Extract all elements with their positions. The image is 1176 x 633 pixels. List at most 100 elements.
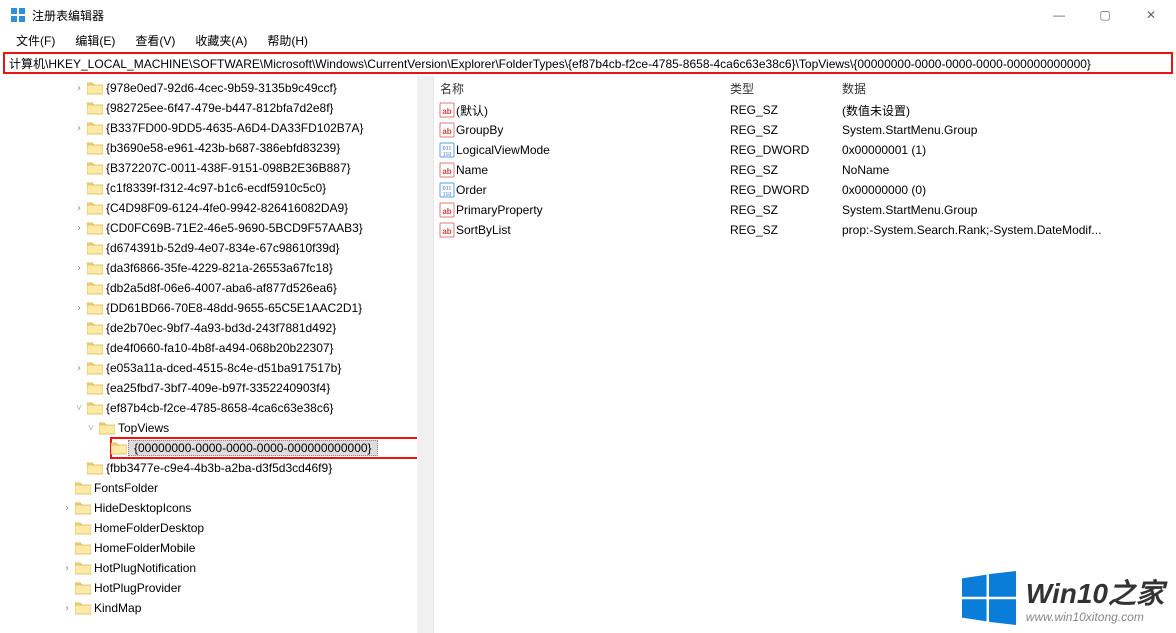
value-data: 0x00000001 (1)	[836, 143, 1176, 157]
menubar: 文件(F) 编辑(E) 查看(V) 收藏夹(A) 帮助(H)	[0, 30, 1176, 50]
tree-item[interactable]: ›{e053a11a-dced-4515-8c4e-d51ba917517b}	[0, 358, 433, 378]
expander-icon[interactable]: ›	[72, 263, 86, 274]
tree-item[interactable]: ›HideDesktopIcons	[0, 498, 433, 518]
expander-icon[interactable]: ›	[72, 123, 86, 134]
app-icon	[10, 7, 26, 23]
tree-item-label: HotPlugNotification	[92, 561, 202, 575]
folder-icon	[110, 441, 128, 455]
tree-item[interactable]: {982725ee-6f47-479e-b447-812bfa7d2e8f}	[0, 98, 433, 118]
watermark-url: www.win10xitong.com	[1026, 610, 1164, 624]
tree-item[interactable]: HomeFolderDesktop	[0, 518, 433, 538]
value-type: REG_SZ	[724, 123, 836, 137]
folder-icon	[86, 181, 104, 195]
tree-item-label: {de2b70ec-9bf7-4a93-bd3d-243f7881d492}	[104, 321, 342, 335]
tree-item[interactable]: ˅ TopViews	[0, 418, 433, 438]
expander-icon[interactable]: ˅	[72, 403, 86, 414]
value-name: Order	[456, 183, 487, 197]
value-data: NoName	[836, 163, 1176, 177]
expander-icon[interactable]: ›	[72, 363, 86, 374]
tree-item[interactable]: {ea25fbd7-3bf7-409e-b97f-3352240903f4}	[0, 378, 433, 398]
svg-text:ab: ab	[442, 167, 451, 176]
value-name: PrimaryProperty	[456, 203, 543, 217]
expander-icon[interactable]: ›	[72, 223, 86, 234]
expander-icon[interactable]: ›	[60, 503, 74, 514]
folder-icon	[74, 501, 92, 515]
tree-item[interactable]: ›{CD0FC69B-71E2-46e5-9690-5BCD9F57AAB3}	[0, 218, 433, 238]
minimize-button[interactable]: —	[1036, 0, 1082, 30]
tree-item[interactable]: FontsFolder	[0, 478, 433, 498]
value-data: (数值未设置)	[836, 102, 1176, 119]
value-row[interactable]: ab(默认)REG_SZ(数值未设置)	[434, 100, 1176, 120]
tree-item-label: {982725ee-6f47-479e-b447-812bfa7d2e8f}	[104, 101, 340, 115]
menu-edit[interactable]: 编辑(E)	[65, 30, 125, 51]
col-header-type[interactable]: 类型	[724, 76, 836, 101]
col-header-data[interactable]: 数据	[836, 76, 1176, 101]
tree-item[interactable]: ›{da3f6866-35fe-4229-821a-26553a67fc18}	[0, 258, 433, 278]
registry-values[interactable]: 名称 类型 数据 ab(默认)REG_SZ(数值未设置)abGroupByREG…	[434, 76, 1176, 633]
tree-item[interactable]: ˅{ef87b4cb-f2ce-4785-8658-4ca6c63e38c6}	[0, 398, 433, 418]
folder-icon	[86, 341, 104, 355]
expander-icon[interactable]: ›	[72, 303, 86, 314]
watermark-title: Win10之家	[1026, 572, 1164, 612]
tree-item-label: {ea25fbd7-3bf7-409e-b97f-3352240903f4}	[104, 381, 336, 395]
close-button[interactable]: ✕	[1128, 0, 1174, 30]
menu-view[interactable]: 查看(V)	[125, 30, 185, 51]
tree-item[interactable]: {B372207C-0011-438F-9151-098B2E36B887}	[0, 158, 433, 178]
tree-item-selected[interactable]: {00000000-0000-0000-0000-000000000000}	[0, 438, 433, 458]
value-type: REG_SZ	[724, 203, 836, 217]
address-bar[interactable]: 计算机\HKEY_LOCAL_MACHINE\SOFTWARE\Microsof…	[3, 52, 1173, 74]
menu-favorites[interactable]: 收藏夹(A)	[185, 30, 257, 51]
tree-item[interactable]: {c1f8339f-f312-4c97-b1c6-ecdf5910c5c0}	[0, 178, 433, 198]
maximize-button[interactable]: ▢	[1082, 0, 1128, 30]
address-path[interactable]: 计算机\HKEY_LOCAL_MACHINE\SOFTWARE\Microsof…	[9, 55, 1091, 72]
tree-item-label: KindMap	[92, 601, 147, 615]
tree-item[interactable]: {db2a5d8f-06e6-4007-aba6-af877d526ea6}	[0, 278, 433, 298]
string-value-icon: ab	[438, 102, 456, 118]
expander-icon[interactable]: ›	[60, 563, 74, 574]
folder-icon	[74, 541, 92, 555]
value-row[interactable]: abPrimaryPropertyREG_SZSystem.StartMenu.…	[434, 200, 1176, 220]
menu-help[interactable]: 帮助(H)	[257, 30, 318, 51]
value-row[interactable]: 011110OrderREG_DWORD0x00000000 (0)	[434, 180, 1176, 200]
tree-item[interactable]: HomeFolderMobile	[0, 538, 433, 558]
tree-item-label: {b3690e58-e961-423b-b687-386ebfd83239}	[104, 141, 346, 155]
expander-icon[interactable]: ›	[72, 83, 86, 94]
tree-item[interactable]: › HotPlugNotification	[0, 558, 433, 578]
string-value-icon: ab	[438, 122, 456, 138]
folder-icon	[74, 561, 92, 575]
tree-item-label: {d674391b-52d9-4e07-834e-67c98610f39d}	[104, 241, 346, 255]
folder-icon	[86, 201, 104, 215]
tree-item[interactable]: › KindMap	[0, 598, 433, 618]
tree-item-label: TopViews	[116, 421, 175, 435]
tree-item[interactable]: HotPlugProvider	[0, 578, 433, 598]
tree-item[interactable]: {fbb3477e-c9e4-4b3b-a2ba-d3f5d3cd46f9}	[0, 458, 433, 478]
list-header[interactable]: 名称 类型 数据	[434, 76, 1176, 100]
expander-icon[interactable]: ›	[60, 603, 74, 614]
tree-item-label: {978e0ed7-92d6-4cec-9b59-3135b9c49ccf}	[104, 81, 343, 95]
value-row[interactable]: 011110LogicalViewModeREG_DWORD0x00000001…	[434, 140, 1176, 160]
tree-item[interactable]: {b3690e58-e961-423b-b687-386ebfd83239}	[0, 138, 433, 158]
tree-item-label: HotPlugProvider	[92, 581, 187, 595]
tree-item[interactable]: › {978e0ed7-92d6-4cec-9b59-3135b9c49ccf}	[0, 78, 433, 98]
folder-icon	[86, 361, 104, 375]
col-header-name[interactable]: 名称	[434, 76, 724, 101]
tree-item[interactable]: ›{C4D98F09-6124-4fe0-9942-826416082DA9}	[0, 198, 433, 218]
value-data: prop:-System.Search.Rank;-System.DateMod…	[836, 223, 1176, 237]
value-row[interactable]: abNameREG_SZNoName	[434, 160, 1176, 180]
tree-item[interactable]: {de4f0660-fa10-4b8f-a494-068b20b22307}	[0, 338, 433, 358]
registry-tree[interactable]: › {978e0ed7-92d6-4cec-9b59-3135b9c49ccf} {…	[0, 76, 434, 633]
tree-item[interactable]: ›{DD61BD66-70E8-48dd-9655-65C5E1AAC2D1}	[0, 298, 433, 318]
string-value-icon: ab	[438, 202, 456, 218]
expander-icon[interactable]: ˅	[84, 423, 98, 434]
tree-item[interactable]: {de2b70ec-9bf7-4a93-bd3d-243f7881d492}	[0, 318, 433, 338]
svg-text:110: 110	[443, 192, 452, 198]
value-row[interactable]: abSortByListREG_SZprop:-System.Search.Ra…	[434, 220, 1176, 240]
tree-item[interactable]: ›{B337FD00-9DD5-4635-A6D4-DA33FD102B7A}	[0, 118, 433, 138]
expander-icon[interactable]: ›	[72, 203, 86, 214]
menu-file[interactable]: 文件(F)	[6, 30, 65, 51]
value-row[interactable]: abGroupByREG_SZSystem.StartMenu.Group	[434, 120, 1176, 140]
value-data: 0x00000000 (0)	[836, 183, 1176, 197]
tree-item[interactable]: {d674391b-52d9-4e07-834e-67c98610f39d}	[0, 238, 433, 258]
folder-icon	[86, 401, 104, 415]
svg-text:ab: ab	[442, 207, 451, 216]
